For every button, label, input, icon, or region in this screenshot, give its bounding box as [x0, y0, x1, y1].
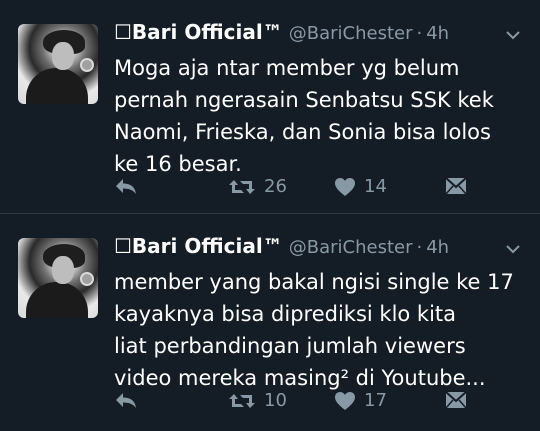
like-count: 14: [364, 176, 387, 197]
direct-message-icon: [445, 391, 467, 409]
tweet-actions: 10 17: [114, 390, 540, 418]
reply-button[interactable]: [114, 176, 138, 196]
like-button[interactable]: 14: [334, 176, 387, 197]
tweet-text: member yang bakal ngisi single ke 17 kay…: [114, 270, 514, 390]
user-display-name[interactable]: ☐Bari Official™: [114, 20, 283, 44]
retweet-icon: [229, 393, 255, 408]
retweet-button[interactable]: 26: [228, 176, 287, 197]
chevron-down-icon[interactable]: [506, 242, 520, 256]
chevron-down-icon[interactable]: [506, 28, 520, 42]
tweet-card[interactable]: ☐Bari Official™ @BariChester · 4h member…: [0, 214, 540, 431]
heart-icon: [335, 391, 355, 410]
avatar[interactable]: [18, 238, 98, 318]
direct-message-button[interactable]: [444, 390, 468, 410]
tweet-header: ☐Bari Official™ @BariChester · 4h: [114, 20, 524, 44]
reply-button[interactable]: [114, 390, 138, 410]
direct-message-icon: [445, 177, 467, 195]
tweet-header: ☐Bari Official™ @BariChester · 4h: [114, 234, 524, 258]
direct-message-button[interactable]: [444, 176, 468, 196]
retweet-count: 26: [264, 176, 287, 197]
tweet-text: Moga aja ntar member yg belum pernah nge…: [114, 56, 494, 176]
separator: ·: [416, 237, 423, 258]
separator: ·: [416, 23, 423, 44]
timestamp[interactable]: 4h: [426, 23, 449, 44]
avatar[interactable]: [18, 24, 98, 104]
like-button[interactable]: 17: [334, 390, 387, 411]
user-handle[interactable]: @BariChester: [289, 23, 413, 44]
heart-icon: [335, 177, 355, 196]
reply-icon: [116, 179, 136, 194]
retweet-button[interactable]: 10: [228, 390, 287, 411]
tweet-actions: 26 14: [114, 176, 540, 204]
tweet-card[interactable]: ☐Bari Official™ @BariChester · 4h Moga a…: [0, 0, 540, 214]
like-count: 17: [364, 390, 387, 411]
user-handle[interactable]: @BariChester: [289, 237, 413, 258]
retweet-icon: [229, 179, 255, 194]
user-display-name[interactable]: ☐Bari Official™: [114, 234, 283, 258]
reply-icon: [116, 393, 136, 408]
retweet-count: 10: [264, 390, 287, 411]
timestamp[interactable]: 4h: [426, 237, 449, 258]
